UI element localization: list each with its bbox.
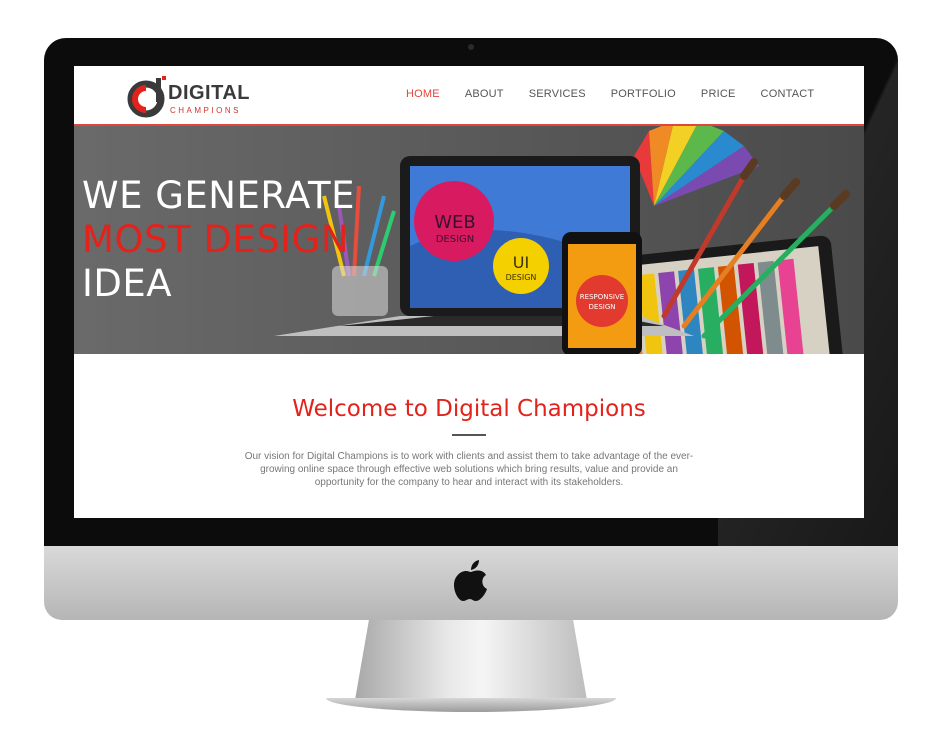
- nav-portfolio[interactable]: PORTFOLIO: [611, 88, 676, 100]
- brand-subtitle: CHAMPIONS: [170, 106, 241, 115]
- svg-text:UI: UI: [513, 253, 529, 272]
- nav-price[interactable]: PRICE: [701, 88, 736, 100]
- nav-services[interactable]: SERVICES: [529, 88, 586, 100]
- main-nav: HOME ABOUT SERVICES PORTFOLIO PRICE CONT…: [406, 88, 839, 100]
- welcome-title: Welcome to Digital Champions: [292, 396, 646, 422]
- brand-logo[interactable]: DIGITAL CHAMPIONS: [126, 70, 256, 120]
- brand-logo-icon: [127, 76, 166, 118]
- nav-home[interactable]: HOME: [406, 88, 440, 100]
- monitor-stand-base: [326, 698, 616, 712]
- hero-line-1: WE GENERATE: [82, 174, 355, 217]
- hero-line-3: IDEA: [82, 262, 173, 305]
- hero-headline: WE GENERATE MOST DESIGN IDEA: [82, 174, 355, 306]
- welcome-text: Our vision for Digital Champions is to w…: [244, 451, 694, 488]
- svg-text:DESIGN: DESIGN: [436, 234, 475, 245]
- svg-text:WEB: WEB: [434, 212, 476, 233]
- apple-logo-icon: [454, 560, 487, 601]
- nav-contact[interactable]: CONTACT: [761, 88, 815, 100]
- color-fan-graphic: [634, 126, 759, 206]
- svg-text:DESIGN: DESIGN: [589, 303, 616, 311]
- website-screen: DIGITAL CHAMPIONS HOME ABOUT SERVICES PO…: [74, 66, 864, 518]
- site-header: DIGITAL CHAMPIONS HOME ABOUT SERVICES PO…: [74, 66, 864, 126]
- nav-about[interactable]: ABOUT: [465, 88, 504, 100]
- hero-line-2: MOST DESIGN: [82, 218, 350, 261]
- title-divider: [452, 434, 486, 436]
- svg-text:DESIGN: DESIGN: [506, 273, 537, 282]
- hero-banner: WEB DESIGN UI DESIGN RESPONSIVE DESIGN W…: [74, 126, 864, 354]
- camera-icon: [468, 44, 474, 50]
- brand-title: DIGITAL: [168, 82, 251, 104]
- svg-text:RESPONSIVE: RESPONSIVE: [580, 293, 624, 301]
- monitor-stand: [355, 620, 587, 700]
- phone-graphic: RESPONSIVE DESIGN: [562, 232, 642, 354]
